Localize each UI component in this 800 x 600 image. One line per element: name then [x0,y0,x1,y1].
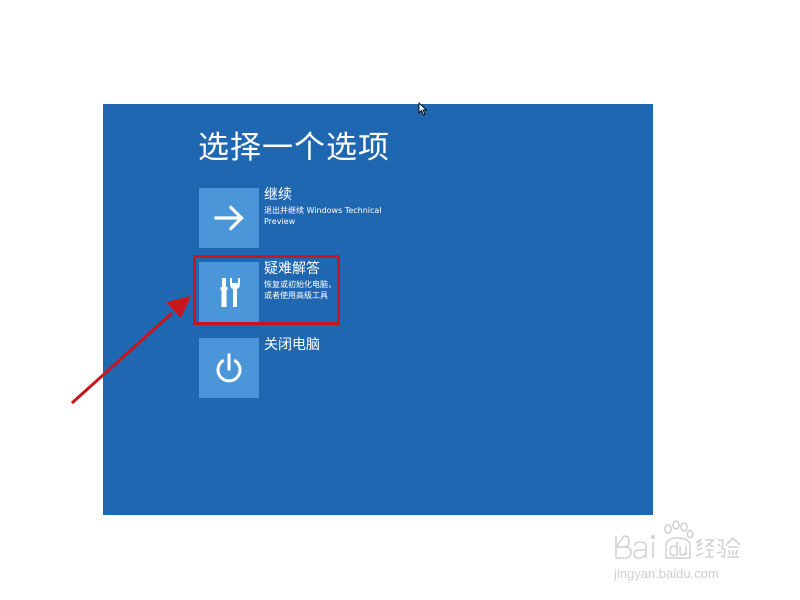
continue-label: 继续 [264,187,292,203]
baidu-paw-logo-icon [614,520,741,559]
continue-option[interactable]: 继续 退出并继续 Windows Technical Preview [199,187,439,248]
shutdown-tile[interactable] [199,338,259,398]
power-icon [216,353,242,383]
troubleshoot-label: 疑难解答 [264,261,320,277]
continue-tile[interactable] [199,188,259,248]
tools-icon [220,278,240,307]
continue-description-line: 退出并继续 Windows Technical [264,206,382,215]
troubleshoot-option[interactable]: 疑难解答 恢复或初始化电脑， 或者使用高级工具 [199,261,439,322]
troubleshoot-description-line: 或者使用高级工具 [264,291,328,300]
watermark-url: jingyan.baidu.com [614,566,719,581]
troubleshoot-description: 恢复或初始化电脑， 或者使用高级工具 [264,279,404,301]
arrow-right-icon [214,205,244,231]
troubleshoot-tile[interactable] [199,262,259,322]
continue-description: 退出并继续 Windows Technical Preview [264,205,404,227]
shutdown-option[interactable]: 关闭电脑 [199,337,439,398]
windows-recovery-screen: 选择一个选项 继续 退出并继续 Windows Technical Previe… [103,104,653,515]
baidu-jingyan-watermark: jingyan.baidu.com [612,512,762,584]
troubleshoot-description-line: 恢复或初始化电脑， [264,280,336,289]
page-root: 选择一个选项 继续 退出并继续 Windows Technical Previe… [0,0,800,600]
continue-description-line: Preview [264,217,296,226]
shutdown-label: 关闭电脑 [264,337,320,353]
page-title: 选择一个选项 [198,130,390,166]
